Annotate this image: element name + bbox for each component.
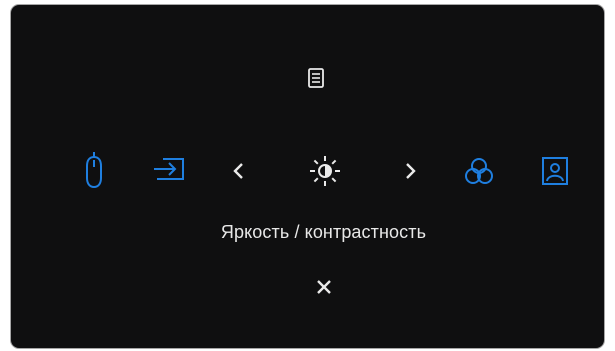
mouse-icon[interactable] xyxy=(83,151,105,191)
color-icon[interactable] xyxy=(461,154,497,188)
chevron-right-icon[interactable] xyxy=(401,159,419,183)
close-icon[interactable] xyxy=(314,277,334,297)
brightness-icon[interactable] xyxy=(307,153,343,189)
menu-icon[interactable] xyxy=(302,65,330,91)
menu-title: Яркость / контрастность xyxy=(220,222,427,242)
display-icon[interactable] xyxy=(539,154,571,188)
input-source-icon[interactable] xyxy=(151,155,187,183)
monitor-osd-panel: Яркость / контрастность xyxy=(11,5,604,348)
chevron-left-icon[interactable] xyxy=(230,159,248,183)
